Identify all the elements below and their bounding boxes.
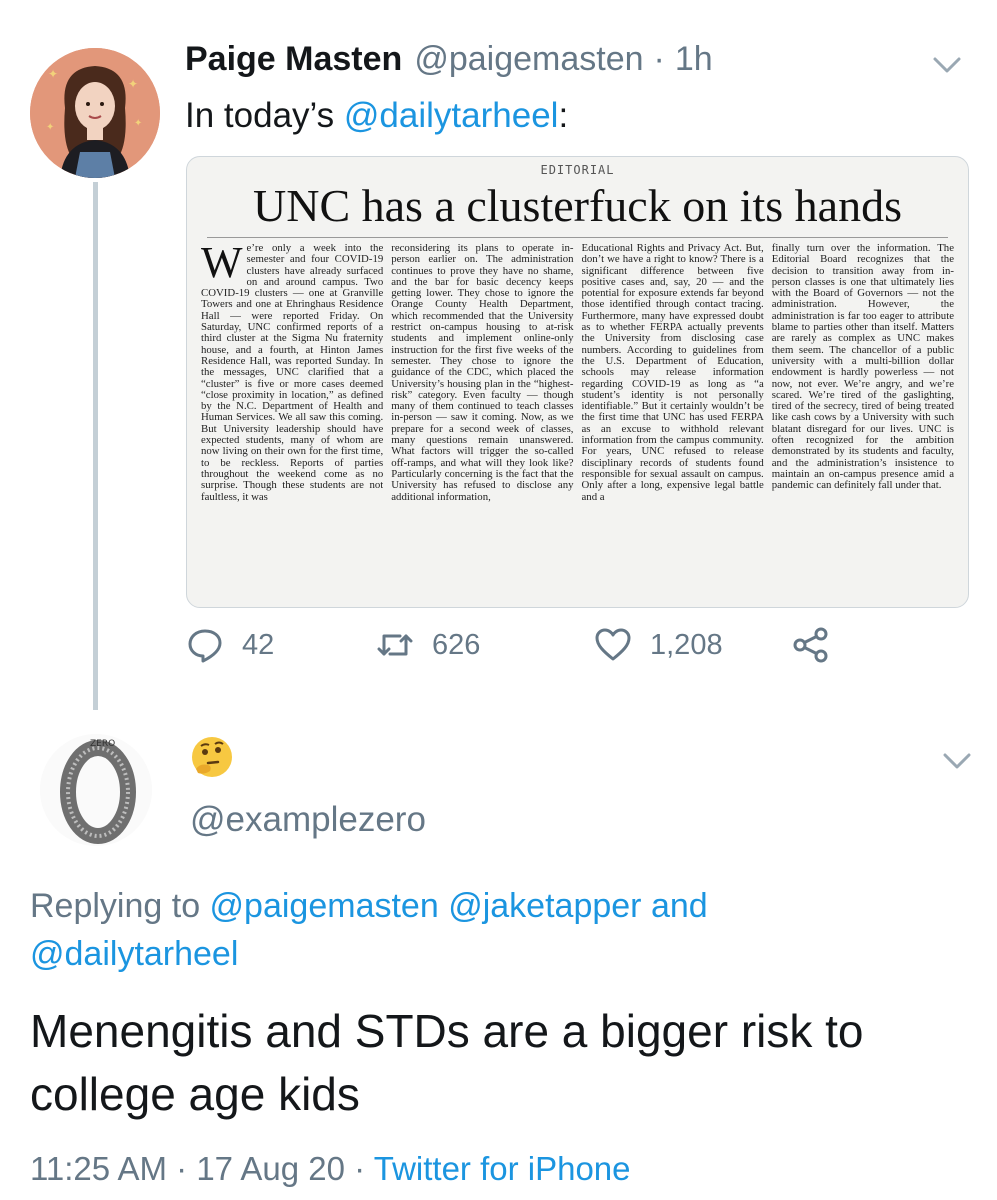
reply-time[interactable]: 11:25 AM — [30, 1150, 167, 1187]
retweet-count: 626 — [432, 628, 481, 661]
image-headline: UNC has a clusterfuck on its hands — [253, 180, 902, 231]
svg-text:✦: ✦ — [46, 122, 54, 133]
reply-handle[interactable]: @examplezero — [190, 800, 426, 840]
image-columns: We’re only a week into the semester and … — [201, 243, 954, 601]
reply-button[interactable]: 42 — [186, 620, 274, 670]
chevron-down-icon[interactable] — [930, 48, 964, 82]
svg-text:✦: ✦ — [48, 67, 58, 81]
share-button[interactable] — [792, 620, 830, 670]
reply-date[interactable]: 17 Aug 20 — [196, 1150, 345, 1187]
image-column-1: We’re only a week into the semester and … — [201, 243, 384, 503]
replying-to: Replying to @paigemasten @jaketapper and… — [30, 882, 930, 978]
tweet-text: In today’s @dailytarheel: — [185, 96, 568, 136]
reply-source[interactable]: Twitter for iPhone — [374, 1150, 631, 1187]
reply-text: Menengitis and STDs are a bigger risk to… — [30, 1005, 864, 1120]
image-column-2: reconsidering its plans to operate in-pe… — [391, 243, 574, 503]
svg-text:✦: ✦ — [134, 118, 142, 129]
reply-count: 42 — [242, 628, 275, 661]
tweet-text-suffix: : — [558, 96, 569, 135]
replying-label: Replying to — [30, 887, 210, 925]
tweet-actions: 42 626 1,208 — [186, 620, 946, 670]
reply-avatar[interactable]: ZERO — [40, 734, 152, 846]
retweet-icon — [377, 634, 413, 656]
author-name[interactable]: Paige Masten — [185, 40, 402, 79]
chevron-down-icon[interactable] — [940, 744, 974, 778]
like-button[interactable]: 1,208 — [594, 620, 723, 670]
retweet-button[interactable]: 626 — [376, 620, 480, 670]
image-column-3: Educational Rights and Privacy Act. But,… — [581, 243, 764, 503]
image-column-4: finally turn over the information. The E… — [771, 243, 954, 492]
replying-mention-1[interactable]: @paigemasten — [210, 887, 439, 925]
share-icon — [793, 627, 828, 663]
thinking-face-emoji — [190, 735, 234, 779]
svg-text:✦: ✦ — [128, 77, 138, 91]
dropcap: W — [201, 243, 243, 287]
header-separator: · — [653, 40, 665, 78]
reply-meta: 11:25 AM · 17 Aug 20 · Twitter for iPhon… — [30, 1150, 631, 1188]
author-avatar[interactable]: ✦ ✦ ✦ ✦ — [30, 48, 160, 178]
replying-and[interactable]: and — [642, 887, 708, 925]
attached-image[interactable]: EDITORIAL UNC has a clusterfuck on its h… — [186, 156, 969, 608]
meta-separator: · — [354, 1150, 366, 1187]
avatar-illustration: ✦ ✦ ✦ ✦ — [30, 48, 160, 178]
thread-line — [93, 182, 98, 710]
image-kicker: EDITORIAL — [540, 163, 615, 177]
author-handle[interactable]: @paigemasten — [414, 40, 643, 78]
replying-mention-2[interactable]: @jaketapper — [448, 887, 641, 925]
like-icon — [595, 628, 631, 661]
tweet-header: Paige Masten @paigemasten · 1h — [185, 40, 713, 90]
avatar-text: ZERO — [90, 739, 115, 749]
zero-logo-icon: ZERO — [40, 734, 152, 846]
replying-mention-3[interactable]: @dailytarheel — [30, 935, 238, 973]
image-rule — [207, 237, 948, 238]
tweet-time[interactable]: 1h — [675, 40, 713, 78]
meta-separator: · — [176, 1150, 188, 1187]
reply-icon — [188, 629, 222, 663]
tweet-text-prefix: In today’s — [185, 96, 344, 135]
like-count: 1,208 — [650, 628, 723, 661]
mention-link[interactable]: @dailytarheel — [344, 96, 559, 135]
